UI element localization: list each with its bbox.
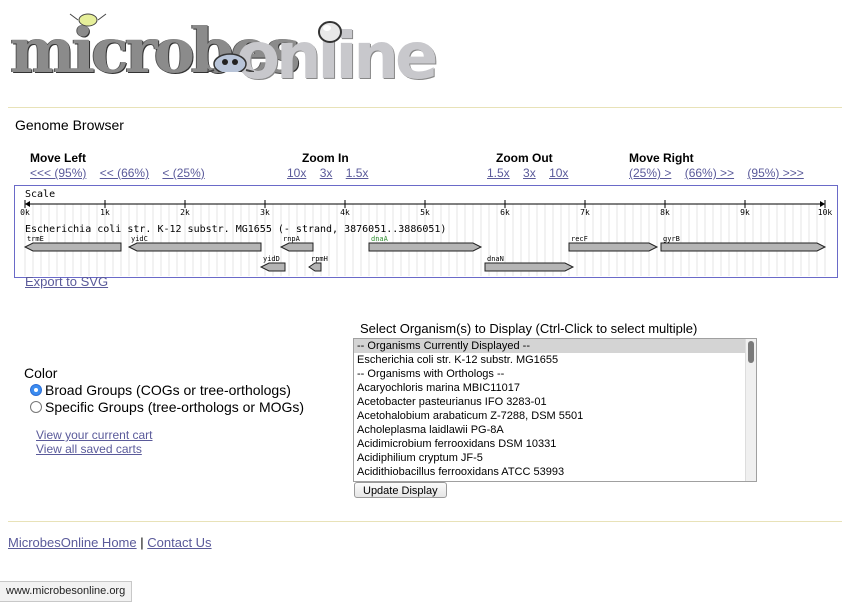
move-left-links: <<< (95%) << (66%) < (25%) [30, 166, 215, 180]
scale-tick-label: 9k [740, 208, 750, 217]
zoom-in-links: 10x 3x 1.5x [287, 166, 378, 180]
genome-map-canvas: Scale 0k 1k 2k 3k 4k 5k 6k 7k 8k 9k 10k Escherichia … [20, 189, 833, 276]
zoom-in-heading: Zoom In [302, 151, 349, 165]
color-heading: Color [24, 365, 58, 381]
zoom-in-1.5x-link[interactable]: 1.5x [346, 166, 369, 180]
color-option-specific[interactable]: Specific Groups (tree-orthologs or MOGs) [30, 399, 304, 415]
gene-arrow[interactable] [23, 242, 122, 252]
genome-map[interactable]: Scale 0k 1k 2k 3k 4k 5k 6k 7k 8k 9k 10k Escherichia … [14, 185, 838, 278]
organism-option[interactable]: Acetohalobium arabaticum Z-7288, DSM 550… [354, 409, 756, 423]
organism-listbox[interactable]: -- Organisms Currently Displayed -- Esche… [353, 338, 757, 482]
move-right-25-link[interactable]: (25%) > [629, 166, 671, 180]
scale-tick-label: 10k [818, 208, 833, 217]
organism-option[interactable]: -- Organisms Currently Displayed -- [354, 339, 756, 353]
organism-option[interactable]: Acidithiobacillus ferrooxidans ATCC 5399… [354, 465, 756, 479]
gene-label: yidC [131, 235, 148, 243]
organism-option[interactable]: -- Organisms with Orthologs -- [354, 367, 756, 381]
export-svg-link[interactable]: Export to SVG [25, 274, 108, 289]
view-saved-carts-link[interactable]: View all saved carts [36, 442, 142, 456]
move-left-25-link[interactable]: < (25%) [162, 166, 204, 180]
microbesonline-home-link[interactable]: MicrobesOnline Home [8, 535, 137, 550]
gene-arrow[interactable] [484, 262, 575, 272]
move-right-heading: Move Right [629, 151, 694, 165]
scale-tick-label: 5k [420, 208, 430, 217]
gene-label: yidD [263, 255, 280, 263]
zoom-in-3x-link[interactable]: 3x [320, 166, 333, 180]
move-left-66-link[interactable]: << (66%) [100, 166, 149, 180]
scale-tick-label: 6k [500, 208, 510, 217]
page-title: Genome Browser [15, 117, 124, 133]
zoom-out-10x-link[interactable]: 10x [549, 166, 568, 180]
scale-tick-label: 7k [580, 208, 590, 217]
scale-tick-label: 4k [340, 208, 350, 217]
scale-tick-label: 0k [20, 208, 30, 217]
gene-label: trmE [27, 235, 44, 243]
listbox-scrollbar[interactable] [745, 339, 756, 481]
gene-label: rnpA [283, 235, 301, 243]
move-right-66-link[interactable]: (66%) >> [685, 166, 734, 180]
gene-arrow[interactable] [127, 242, 262, 252]
select-organisms-heading: Select Organism(s) to Display (Ctrl-Clic… [360, 321, 698, 336]
gene-label: gyrB [663, 235, 680, 243]
broad-groups-radio[interactable] [30, 384, 42, 396]
organism-option[interactable]: Acetobacter pasteurianus IFO 3283-01 [354, 395, 756, 409]
top-divider [8, 107, 842, 108]
zoom-out-3x-link[interactable]: 3x [523, 166, 536, 180]
gene-arrow[interactable] [279, 242, 314, 252]
scale-tick-label: 2k [180, 208, 190, 217]
zoom-in-10x-link[interactable]: 10x [287, 166, 306, 180]
zoom-out-links: 1.5x 3x 10x [487, 166, 578, 180]
organism-option[interactable]: Acholeplasma laidlawii PG-8A [354, 423, 756, 437]
scale-tick-label: 1k [100, 208, 110, 217]
zoom-out-1.5x-link[interactable]: 1.5x [487, 166, 510, 180]
update-display-button[interactable]: Update Display [354, 482, 447, 498]
organism-options: -- Organisms Currently Displayed -- Esche… [354, 339, 756, 479]
bubble-icon [318, 21, 342, 43]
move-left-heading: Move Left [30, 151, 87, 165]
scale-arrow-left [25, 201, 30, 207]
microbe-mascot-icon [206, 53, 254, 72]
microbesonline-logo[interactable]: microbes online [8, 8, 438, 96]
insect-icon [69, 13, 107, 27]
gene-label: rpmH [311, 255, 328, 263]
contact-us-link[interactable]: Contact Us [147, 535, 211, 550]
scale-tick-label: 3k [260, 208, 270, 217]
zoom-out-heading: Zoom Out [496, 151, 553, 165]
genome-label: Escherichia coli str. K-12 substr. MG165… [25, 224, 446, 235]
gene-arrow[interactable] [368, 242, 483, 252]
organism-option[interactable]: Acidimicrobium ferrooxidans DSM 10331 [354, 437, 756, 451]
status-bar-url: www.microbesonline.org [0, 581, 133, 602]
view-current-cart-link[interactable]: View your current cart [36, 428, 153, 442]
footer-separator: | [140, 535, 144, 550]
scrollbar-thumb[interactable] [748, 341, 754, 363]
broad-groups-label: Broad Groups (COGs or tree-orthologs) [45, 382, 291, 398]
color-option-broad[interactable]: Broad Groups (COGs or tree-orthologs) [30, 382, 291, 398]
scale-arrow-right [820, 201, 825, 207]
organism-option[interactable]: Escherichia coli str. K-12 substr. MG165… [354, 353, 756, 367]
organism-option[interactable]: Acaryochloris marina MBIC11017 [354, 381, 756, 395]
gene-label: dnaN [487, 255, 504, 263]
specific-groups-label: Specific Groups (tree-orthologs or MOGs) [45, 399, 305, 415]
bottom-divider [8, 521, 842, 522]
scale-label: Scale [25, 189, 55, 200]
gene-arrow[interactable] [568, 242, 659, 252]
gene-label: dnaA [371, 235, 389, 243]
gene-label: recF [571, 235, 588, 243]
footer: MicrobesOnline Home | Contact Us [8, 535, 212, 550]
move-left-95-link[interactable]: <<< (95%) [30, 166, 86, 180]
scale-tick-label: 8k [660, 208, 670, 217]
specific-groups-radio[interactable] [30, 401, 42, 413]
organism-option[interactable]: Acidiphilium cryptum JF-5 [354, 451, 756, 465]
move-right-95-link[interactable]: (95%) >>> [747, 166, 803, 180]
gene-arrow[interactable] [660, 242, 827, 252]
move-right-links: (25%) > (66%) >> (95%) >>> [629, 166, 814, 180]
gene-arrow[interactable] [308, 262, 322, 272]
